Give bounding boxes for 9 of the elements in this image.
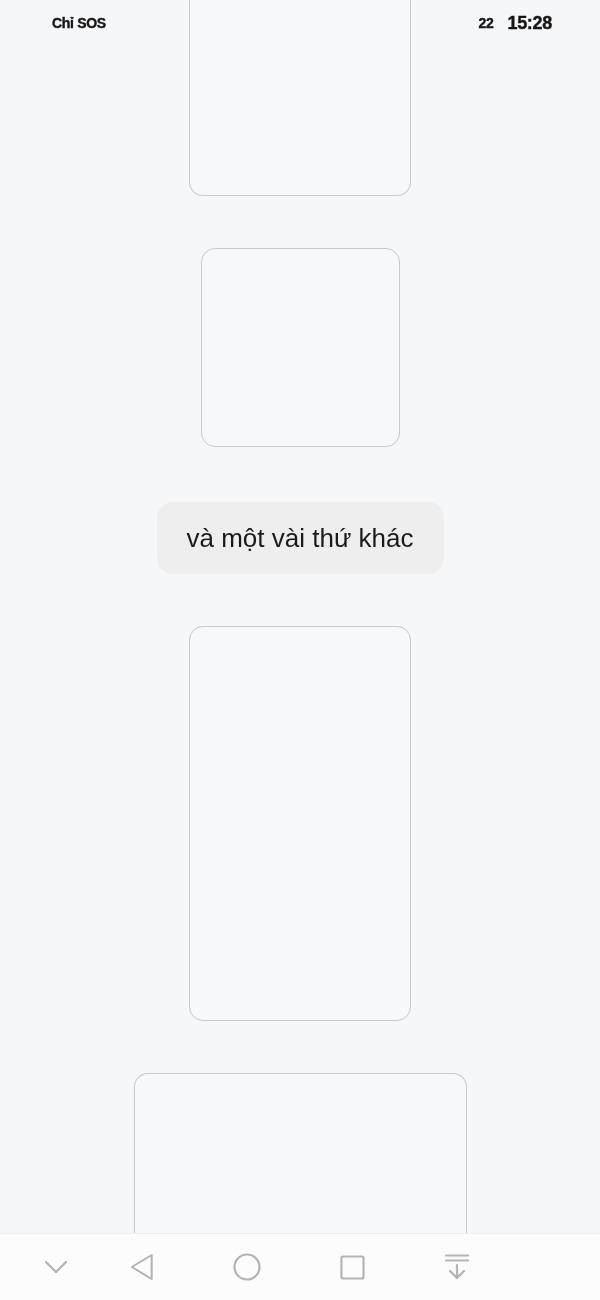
hide-bar-icon[interactable] xyxy=(445,1254,469,1280)
recents-icon[interactable] xyxy=(339,1254,365,1280)
clock-time: 15:28 xyxy=(507,12,552,34)
battery-text: 22 xyxy=(478,15,494,31)
back-icon[interactable] xyxy=(130,1253,154,1281)
collapse-chevron-icon[interactable] xyxy=(45,1261,67,1273)
message-bubble: và một vài thứ khác xyxy=(156,502,444,574)
home-icon[interactable] xyxy=(233,1253,261,1281)
carrier-text: Chỉ SOS xyxy=(52,15,106,31)
